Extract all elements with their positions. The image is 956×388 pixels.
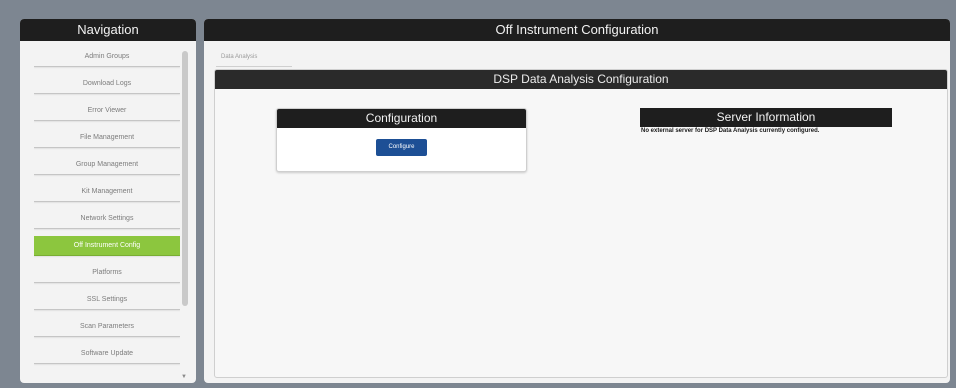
sidebar-item-admin-groups[interactable]: Admin Groups: [34, 47, 180, 67]
scrollbar-thumb[interactable]: [182, 51, 188, 306]
sidebar-item-file-management[interactable]: File Management: [34, 128, 180, 148]
server-status-message: No external server for DSP Data Analysis…: [641, 128, 820, 134]
configure-button[interactable]: Configure: [376, 139, 427, 156]
main-panel: Off Instrument Configuration Data Analys…: [204, 19, 950, 383]
sidebar-item-ssl-settings[interactable]: SSL Settings: [34, 290, 180, 310]
content-area: DSP Data Analysis Configuration Configur…: [214, 69, 948, 378]
sidebar-item-download-logs[interactable]: Download Logs: [34, 74, 180, 94]
page-title: Off Instrument Configuration: [204, 19, 950, 41]
navigation-scrollbar[interactable]: ▼: [181, 49, 188, 380]
navigation-title: Navigation: [20, 19, 196, 41]
sidebar-item-scan-parameters[interactable]: Scan Parameters: [34, 317, 180, 337]
navigation-list: Admin Groups Download Logs Error Viewer …: [34, 47, 180, 379]
tab-data-analysis[interactable]: Data Analysis: [216, 51, 292, 67]
server-information-card: Server Information No external server fo…: [640, 108, 892, 138]
scroll-down-arrow-icon[interactable]: ▼: [181, 374, 187, 380]
sidebar-item-network-settings[interactable]: Network Settings: [34, 209, 180, 229]
sidebar-item-platforms[interactable]: Platforms: [34, 263, 180, 283]
configuration-card: Configuration Configure: [276, 108, 527, 172]
server-information-title: Server Information: [640, 108, 892, 127]
sidebar-item-error-viewer[interactable]: Error Viewer: [34, 101, 180, 121]
sidebar-item-off-instrument-config[interactable]: Off Instrument Config: [34, 236, 180, 256]
sidebar-item-group-management[interactable]: Group Management: [34, 155, 180, 175]
sidebar-item-software-update[interactable]: Software Update: [34, 344, 180, 364]
configuration-title: Configuration: [277, 109, 526, 128]
section-title: DSP Data Analysis Configuration: [215, 70, 947, 89]
navigation-panel: Navigation Admin Groups Download Logs Er…: [20, 19, 196, 383]
sidebar-item-kit-management[interactable]: Kit Management: [34, 182, 180, 202]
